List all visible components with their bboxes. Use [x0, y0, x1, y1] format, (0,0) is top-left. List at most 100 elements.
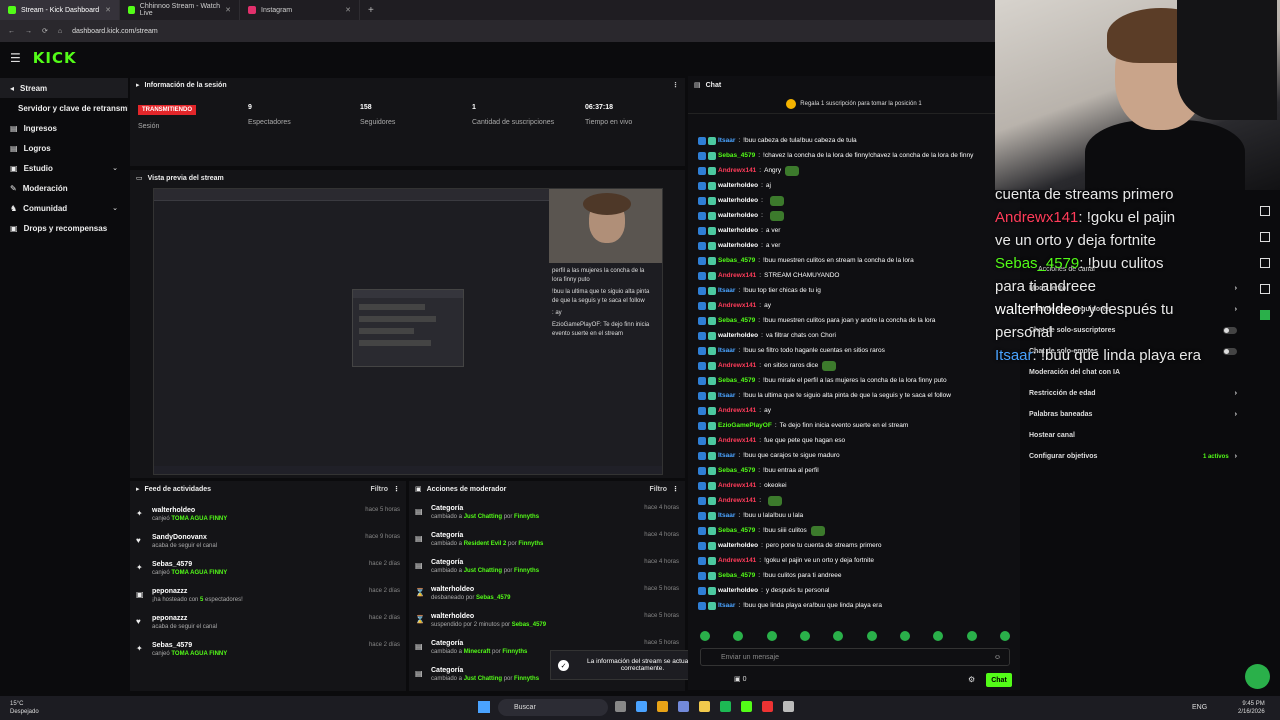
- chat-username[interactable]: walterholdeo: [718, 587, 758, 594]
- chat-message[interactable]: Itsaar: !buu top tier chicas de tu ig: [688, 283, 1020, 298]
- home-icon[interactable]: ⌂: [58, 28, 62, 35]
- taskbar-app-icon[interactable]: [699, 701, 710, 712]
- sidebar-item[interactable]: ▣ Estudio ⌄: [0, 158, 128, 178]
- sidebar-item[interactable]: ▣ Drops y recompensas: [0, 218, 128, 238]
- chat-message[interactable]: Itsaar: !buu se filtro todo haganle cuent…: [688, 343, 1020, 358]
- chat-message[interactable]: Sebas_4579: !buu entraa al perfil: [688, 463, 1020, 478]
- chat-username[interactable]: Andrewx141: [718, 407, 756, 414]
- modaction-by[interactable]: Finnyths: [514, 514, 539, 520]
- chat-message[interactable]: Andrewx141: ay: [688, 298, 1020, 313]
- chat-settings-icon[interactable]: ⚙: [968, 675, 975, 684]
- chat-message[interactable]: walterholdeo: pero pone tu cuenta de stre…: [688, 538, 1020, 553]
- chat-username[interactable]: Sebas_4579: [718, 527, 755, 534]
- chat-input[interactable]: Enviar un mensaje ☺: [700, 648, 1010, 666]
- more-icon[interactable]: ⋮: [672, 485, 679, 493]
- channel-setting[interactable]: Hostear canal: [1022, 425, 1244, 446]
- activity-user[interactable]: peponazzz: [152, 615, 217, 622]
- activity-filter[interactable]: Filtro: [371, 486, 389, 493]
- menu-icon[interactable]: ☰: [10, 51, 21, 65]
- chat-username[interactable]: Sebas_4579: [718, 572, 755, 579]
- chat-username[interactable]: walterholdeo: [718, 227, 758, 234]
- chat-message[interactable]: Andrewx141:: [688, 493, 1020, 508]
- emote-icon[interactable]: [799, 631, 810, 641]
- chat-username[interactable]: Sebas_4579: [718, 317, 755, 324]
- emote-icon[interactable]: [866, 631, 877, 641]
- chat-username[interactable]: EzioGamePlayOF: [718, 422, 772, 429]
- gift-promo[interactable]: Regala 1 suscripción para tomar la posic…: [688, 94, 1020, 114]
- chat-username[interactable]: Andrewx141: [718, 362, 756, 369]
- activity-user[interactable]: walterholdeo: [152, 507, 227, 514]
- chat-message[interactable]: EzioGamePlayOF: Te dejo finn inicia event…: [688, 418, 1020, 433]
- chat-username[interactable]: walterholdeo: [718, 197, 758, 204]
- taskbar-app-icon[interactable]: [720, 701, 731, 712]
- close-tab-icon[interactable]: ✕: [345, 6, 351, 14]
- chat-message[interactable]: Sebas_4579: !buu mirale el perfil a las m…: [688, 373, 1020, 388]
- sidebar-item[interactable]: ▤ Ingresos: [0, 118, 128, 138]
- modaction-by[interactable]: Sebas_4579: [512, 622, 546, 628]
- chat-username[interactable]: Andrewx141: [718, 302, 756, 309]
- more-icon[interactable]: ⋮: [393, 485, 400, 493]
- chat-message[interactable]: walterholdeo:: [688, 208, 1020, 223]
- chat-message[interactable]: Itsaar: !buu la ultima que te siguio alta…: [688, 388, 1020, 403]
- chat-message[interactable]: walterholdeo:: [688, 193, 1020, 208]
- chat-message[interactable]: Andrewx141: fue que pete que hagan eso: [688, 433, 1020, 448]
- emote-icon[interactable]: [999, 631, 1010, 641]
- activity-user[interactable]: Sebas_4579: [152, 642, 227, 649]
- taskbar-app-icon[interactable]: [636, 701, 647, 712]
- chat-message[interactable]: walterholdeo: aj: [688, 178, 1020, 193]
- chat-message[interactable]: Sebas_4579: !buu siiii culitos: [688, 523, 1020, 538]
- close-tab-icon[interactable]: ✕: [225, 6, 231, 14]
- chat-username[interactable]: Sebas_4579: [718, 257, 755, 264]
- chat-username[interactable]: Andrewx141: [718, 272, 756, 279]
- kick-logo[interactable]: KICK: [33, 49, 77, 67]
- taskbar-app-icon[interactable]: [741, 701, 752, 712]
- modaction-by[interactable]: Finnyths: [502, 649, 527, 655]
- emote-icon[interactable]: [966, 631, 977, 641]
- emote-icon[interactable]: [933, 631, 944, 641]
- help-chat-button[interactable]: [1245, 664, 1270, 689]
- lang-indicator[interactable]: ENG: [1192, 704, 1207, 711]
- activity-user[interactable]: SandyDonovanx: [152, 534, 217, 541]
- chat-username[interactable]: Itsaar: [718, 512, 735, 519]
- chat-message[interactable]: Andrewx141: ay: [688, 403, 1020, 418]
- chat-username[interactable]: Itsaar: [718, 287, 735, 294]
- chat-message[interactable]: walterholdeo: a ver: [688, 223, 1020, 238]
- chat-message[interactable]: Sebas_4579: !buu muestren culitos para jo…: [688, 313, 1020, 328]
- sidebar-item[interactable]: ✎ Moderación: [0, 178, 128, 198]
- taskbar-app-icon[interactable]: [783, 701, 794, 712]
- chat-username[interactable]: Andrewx141: [718, 482, 756, 489]
- sidebar-item-server-key[interactable]: Servidor y clave de retransmisión: [0, 98, 128, 118]
- taskbar-app-icon[interactable]: [615, 701, 626, 712]
- taskbar-app-icon[interactable]: [678, 701, 689, 712]
- windows-start-icon[interactable]: [478, 701, 490, 713]
- chat-message[interactable]: Andrewx141: STREAM CHAMUYANDO: [688, 268, 1020, 283]
- clock[interactable]: 9:45 PM 2/16/2026: [1238, 700, 1265, 716]
- channel-setting[interactable]: Configurar objetivos 1 activos ›: [1022, 446, 1244, 467]
- window-icon[interactable]: [1260, 232, 1270, 242]
- activity-user[interactable]: Sebas_4579: [152, 561, 227, 568]
- chat-username[interactable]: walterholdeo: [718, 182, 758, 189]
- sidebar-item[interactable]: ▤ Logros: [0, 138, 128, 158]
- activity-user[interactable]: peponazzz: [152, 588, 243, 595]
- sidebar-icon[interactable]: [1260, 206, 1270, 216]
- weather-widget[interactable]: 15°C Despejado: [10, 700, 39, 716]
- forward-icon[interactable]: →: [25, 28, 32, 35]
- url-text[interactable]: dashboard.kick.com/stream: [72, 28, 158, 35]
- chat-username[interactable]: walterholdeo: [718, 242, 758, 249]
- emote-icon[interactable]: [733, 631, 744, 641]
- chat-message[interactable]: Andrewx141: !goku el pajin ve un orto y d…: [688, 553, 1020, 568]
- chat-username[interactable]: Itsaar: [718, 452, 735, 459]
- points-display[interactable]: ▣ 0: [734, 675, 746, 683]
- more-icon[interactable]: ⋮: [672, 81, 679, 89]
- modaction-by[interactable]: Sebas_4579: [476, 595, 510, 601]
- chat-message[interactable]: Itsaar: !buu cabeza de tula!buu cabeza de…: [688, 133, 1020, 148]
- chat-username[interactable]: Andrewx141: [718, 437, 756, 444]
- reload-icon[interactable]: ⟳: [42, 27, 48, 35]
- browser-tab[interactable]: Chhinnoo Stream - Watch Live ✕: [120, 0, 240, 20]
- chat-username[interactable]: walterholdeo: [718, 332, 758, 339]
- chat-username[interactable]: Sebas_4579: [718, 467, 755, 474]
- chat-message[interactable]: Itsaar: !buu que carajos te sigue maduro: [688, 448, 1020, 463]
- chat-username[interactable]: Itsaar: [718, 137, 735, 144]
- emote-icon[interactable]: [700, 631, 710, 641]
- chat-username[interactable]: Itsaar: [718, 602, 735, 609]
